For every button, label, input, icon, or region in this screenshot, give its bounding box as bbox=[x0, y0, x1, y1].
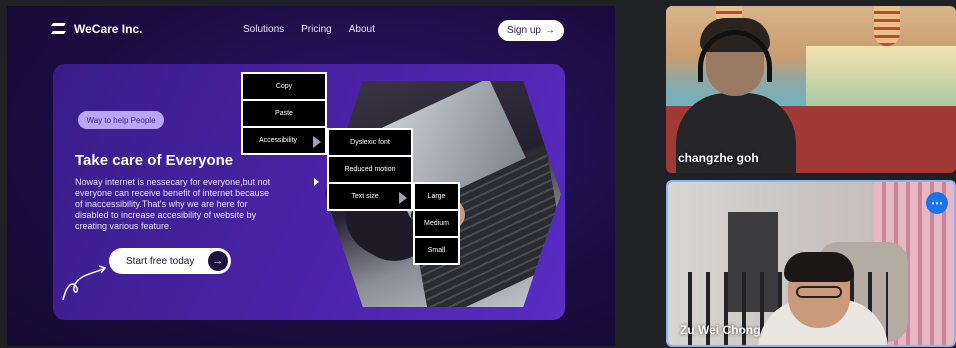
participant-video bbox=[668, 182, 954, 345]
menu-item-accessibility[interactable]: Accessibility bbox=[242, 127, 326, 154]
start-free-button[interactable]: Start free today → bbox=[109, 248, 231, 274]
brand-logo[interactable]: WeCare Inc. bbox=[51, 22, 143, 36]
participant-video bbox=[666, 6, 956, 173]
submenu-arrow-icon bbox=[399, 192, 407, 204]
hero-description: Noway internet is nessecary for everyone… bbox=[75, 177, 271, 231]
more-options-icon[interactable]: ⋯ bbox=[926, 192, 948, 214]
caret-right-icon bbox=[314, 178, 319, 186]
submenu-arrow-icon bbox=[313, 136, 321, 148]
shared-screen: WeCare Inc. Solutions Pricing About Sign… bbox=[7, 6, 615, 346]
menu-item-paste[interactable]: Paste bbox=[242, 100, 326, 127]
menu-item-large[interactable]: Large bbox=[414, 183, 459, 210]
participant-tile-active[interactable]: ⋯ Zu Wei Chong bbox=[666, 180, 956, 347]
logo-icon bbox=[51, 22, 66, 36]
menu-item-accessibility-label: Accessibility bbox=[258, 137, 298, 144]
nav-links: Solutions Pricing About bbox=[243, 24, 375, 35]
brand-name: WeCare Inc. bbox=[74, 22, 143, 36]
menu-item-copy[interactable]: Copy bbox=[242, 73, 326, 100]
participant-name: Zu Wei Chong bbox=[680, 323, 761, 337]
meeting-window: WeCare Inc. Solutions Pricing About Sign… bbox=[0, 0, 956, 348]
signup-label: Sign up bbox=[507, 25, 541, 36]
menu-item-reduced-motion[interactable]: Reduced motion bbox=[328, 156, 412, 183]
menu-item-dyslexic-font[interactable]: Dyslexic font bbox=[328, 129, 412, 156]
site-navbar: WeCare Inc. Solutions Pricing About Sign… bbox=[7, 6, 615, 54]
participant-name: changzhe goh bbox=[678, 151, 759, 165]
nav-link-about[interactable]: About bbox=[349, 24, 375, 35]
menu-item-medium[interactable]: Medium bbox=[414, 210, 459, 237]
participant-tile[interactable]: changzhe goh bbox=[666, 6, 956, 173]
text-size-submenu: Large Medium Small bbox=[413, 182, 460, 265]
menu-item-small[interactable]: Small bbox=[414, 237, 459, 264]
hero-badge: Way to help People bbox=[78, 111, 164, 129]
menu-item-text-size-label: Text size bbox=[351, 193, 379, 200]
signup-button[interactable]: Sign up → bbox=[498, 20, 564, 41]
arrow-right-icon: → bbox=[544, 25, 555, 36]
accessibility-submenu: Dyslexic font Reduced motion Text size bbox=[327, 128, 413, 211]
context-menu: Copy Paste Accessibility bbox=[241, 72, 327, 155]
squiggle-arrow-icon bbox=[62, 265, 107, 301]
nav-link-pricing[interactable]: Pricing bbox=[301, 24, 332, 35]
menu-item-text-size[interactable]: Text size bbox=[328, 183, 412, 210]
hero-title: Take care of Everyone bbox=[75, 152, 234, 169]
arrow-right-icon: → bbox=[208, 251, 228, 271]
cta-label: Start free today bbox=[126, 255, 195, 267]
nav-link-solutions[interactable]: Solutions bbox=[243, 24, 284, 35]
